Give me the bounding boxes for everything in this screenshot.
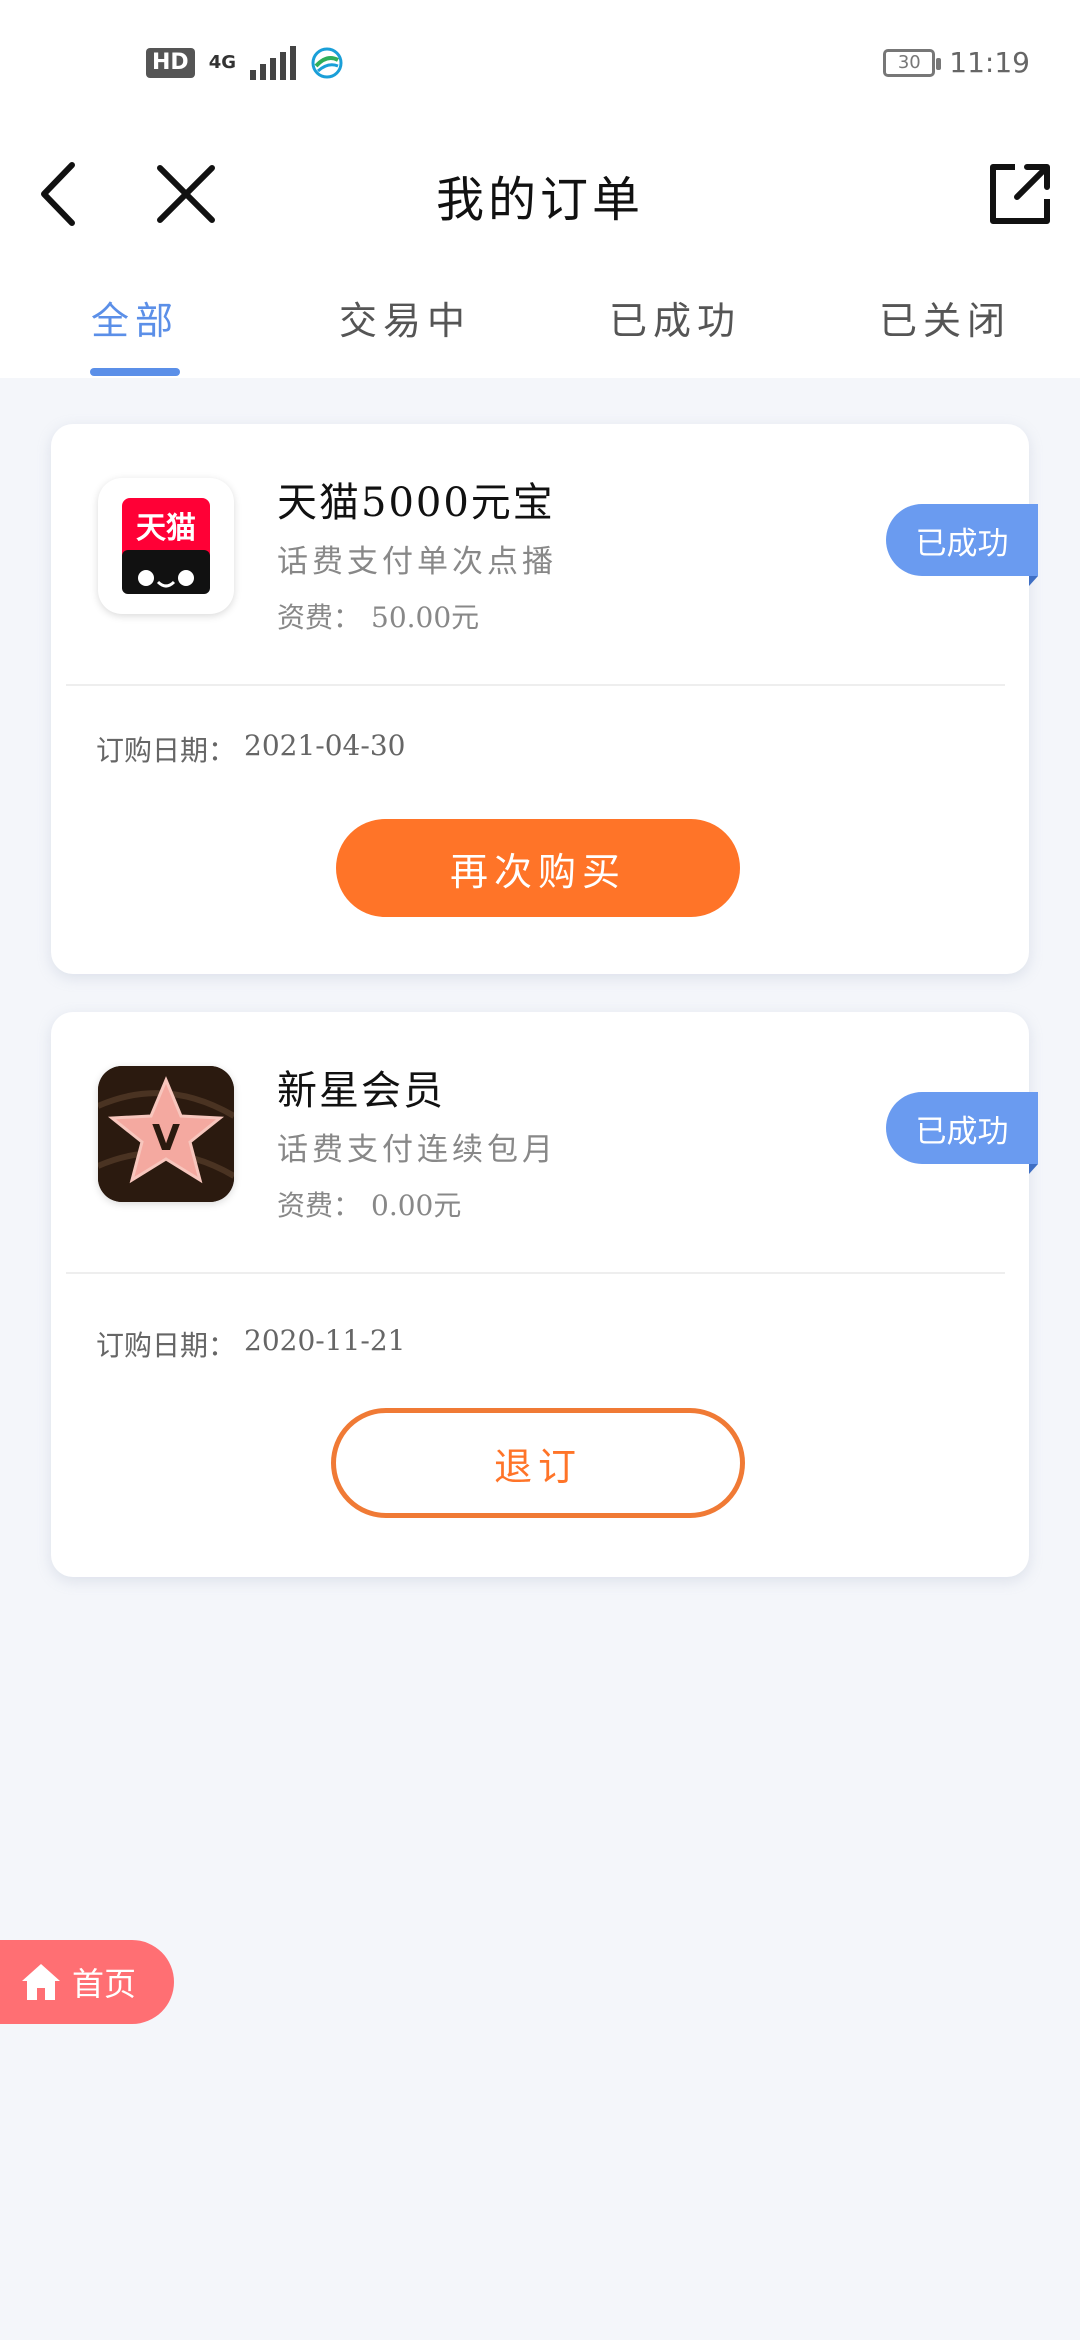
date-label: 订购日期：: [96, 1329, 237, 1362]
product-name: 天猫5000元宝: [277, 480, 555, 526]
share-button[interactable]: [970, 144, 1070, 244]
signal-icon: [250, 46, 296, 80]
tab-all[interactable]: 全部: [35, 290, 235, 345]
home-icon: [22, 1964, 60, 2000]
product-name: 新星会员: [277, 1068, 445, 1114]
status-left: HD 4G: [146, 46, 344, 80]
star-v-icon: V: [98, 1066, 234, 1202]
status-bar: HD 4G 30 11:19: [0, 0, 1080, 130]
fee-label: 资费：: [277, 601, 362, 634]
order-card[interactable]: 天猫 天猫5000元宝 话费支付单次点播 资费： 50.00元 已成功 订购日期…: [51, 424, 1038, 974]
date-value: 2021-04-30: [244, 729, 406, 762]
fee-value: 50.00元: [371, 601, 480, 634]
fee-label: 资费：: [277, 1189, 362, 1222]
tab-in-progress[interactable]: 交易中: [305, 290, 505, 345]
tab-closed[interactable]: 已关闭: [845, 290, 1045, 345]
order-date: 订购日期： 2020-11-21: [96, 1324, 405, 1364]
order-card[interactable]: V 新星会员 话费支付连续包月 资费： 0.00元 已成功 订购日期： 2020…: [51, 1012, 1038, 1577]
rebuy-button[interactable]: 再次购买: [336, 819, 740, 917]
product-fee: 资费： 0.00元: [277, 1184, 461, 1224]
product-desc: 话费支付连续包月: [277, 1132, 557, 1168]
status-badge: 已成功: [886, 504, 1038, 586]
screen: HD 4G 30 11:19 我的订单 全部 交易中 已成功 已关闭 天猫 天猫…: [0, 0, 1080, 2340]
tmall-icon-text: 天猫: [136, 511, 196, 546]
status-right: 30 11:19: [883, 46, 1030, 79]
hd-badge: HD: [146, 48, 195, 78]
clock: 11:19: [949, 46, 1030, 79]
order-date: 订购日期： 2021-04-30: [96, 729, 405, 769]
order-tabs: 全部 交易中 已成功 已关闭: [0, 260, 1080, 378]
battery-icon: 30: [883, 48, 942, 77]
tab-succeeded[interactable]: 已成功: [575, 290, 775, 345]
tmall-icon: 天猫: [98, 478, 234, 614]
home-label: 首页: [72, 1965, 137, 2003]
network-label: 4G: [208, 52, 236, 73]
divider: [66, 1272, 1005, 1274]
product-fee: 资费： 50.00元: [277, 596, 479, 636]
share-external-icon: [990, 164, 1050, 224]
date-value: 2020-11-21: [244, 1324, 406, 1357]
fee-value: 0.00元: [371, 1189, 462, 1222]
product-desc: 话费支付单次点播: [277, 544, 557, 580]
home-button[interactable]: 首页: [0, 1940, 174, 2024]
carrier-icon: [311, 47, 343, 79]
page-title: 我的订单: [435, 172, 644, 228]
status-badge: 已成功: [886, 1092, 1038, 1174]
tab-indicator: [90, 368, 180, 376]
header: 我的订单: [0, 130, 1080, 260]
star-v-icon-text: V: [152, 1118, 180, 1159]
unsubscribe-button[interactable]: 退订: [331, 1408, 745, 1518]
date-label: 订购日期：: [96, 734, 237, 767]
divider: [66, 684, 1005, 686]
